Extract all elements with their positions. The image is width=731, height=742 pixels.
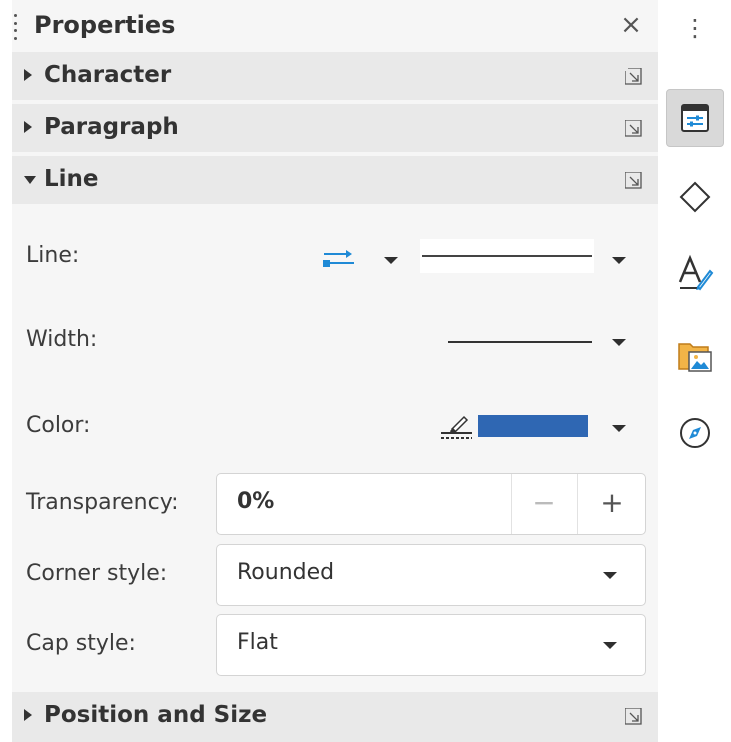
properties-icon bbox=[681, 104, 709, 132]
panel-title: Properties bbox=[34, 11, 176, 39]
section-header-character[interactable]: Character bbox=[12, 52, 658, 100]
sidebar-menu-button[interactable]: ⋮ bbox=[680, 14, 710, 44]
tab-properties[interactable] bbox=[666, 89, 724, 147]
corner-style-select[interactable]: Rounded bbox=[216, 544, 646, 606]
section-header-line[interactable]: Line bbox=[12, 156, 658, 204]
transparency-label: Transparency: bbox=[26, 490, 179, 515]
section-label: Line bbox=[44, 166, 99, 192]
line-style-preview[interactable] bbox=[420, 239, 594, 273]
arrow-style-dropdown-icon[interactable] bbox=[384, 257, 398, 264]
color-label: Color: bbox=[26, 413, 91, 438]
navigator-icon bbox=[680, 418, 710, 448]
line-width-preview[interactable] bbox=[448, 341, 592, 343]
transparency-spinbox[interactable]: 0% − + bbox=[216, 473, 646, 535]
more-options-icon[interactable] bbox=[622, 705, 644, 727]
more-options-icon[interactable] bbox=[622, 65, 644, 87]
section-header-position-and-size[interactable]: Position and Size bbox=[12, 692, 658, 742]
width-label: Width: bbox=[26, 327, 98, 352]
line-style-label: Line: bbox=[26, 243, 80, 268]
spin-separator bbox=[511, 474, 512, 534]
expand-arrow-icon bbox=[24, 69, 32, 81]
section-label: Paragraph bbox=[44, 114, 179, 140]
line-color-swatch[interactable] bbox=[478, 415, 588, 437]
cap-style-select[interactable]: Flat bbox=[216, 614, 646, 676]
tab-shapes[interactable] bbox=[666, 168, 724, 226]
cap-style-value: Flat bbox=[237, 630, 278, 655]
corner-style-value: Rounded bbox=[237, 560, 335, 585]
tab-styles[interactable] bbox=[666, 244, 724, 302]
close-button[interactable]: × bbox=[616, 10, 646, 40]
drag-grip-icon[interactable] bbox=[14, 14, 18, 40]
line-style-dropdown-icon[interactable] bbox=[612, 257, 626, 264]
line-color-dropdown-icon[interactable] bbox=[612, 425, 626, 432]
properties-panel: Properties × Character Paragraph Line Li… bbox=[12, 0, 658, 742]
line-color-icon[interactable] bbox=[440, 411, 480, 441]
cap-style-label: Cap style: bbox=[26, 631, 136, 656]
spin-separator bbox=[577, 474, 578, 534]
section-label: Character bbox=[44, 62, 172, 88]
shapes-icon bbox=[679, 181, 711, 213]
gallery-icon bbox=[678, 343, 712, 372]
expand-arrow-icon bbox=[24, 709, 32, 721]
chevron-down-icon[interactable] bbox=[603, 572, 617, 579]
styles-icon bbox=[678, 254, 714, 291]
section-label: Position and Size bbox=[44, 702, 268, 728]
tab-navigator[interactable] bbox=[666, 404, 724, 462]
panel-titlebar: Properties × bbox=[12, 0, 658, 52]
tab-gallery[interactable] bbox=[666, 326, 724, 384]
corner-style-label: Corner style: bbox=[26, 561, 168, 586]
increment-button[interactable]: + bbox=[581, 474, 643, 534]
sidebar-tabbar: ⋮ bbox=[660, 0, 731, 742]
more-options-icon[interactable] bbox=[622, 117, 644, 139]
expand-arrow-icon bbox=[24, 121, 32, 133]
section-header-paragraph[interactable]: Paragraph bbox=[12, 104, 658, 152]
decrement-button[interactable]: − bbox=[513, 474, 575, 534]
arrow-style-icon[interactable] bbox=[322, 247, 356, 271]
line-section-content: Line: Width: Color: Transparency: 0% − +… bbox=[12, 205, 658, 691]
more-options-icon[interactable] bbox=[622, 169, 644, 191]
chevron-down-icon[interactable] bbox=[603, 642, 617, 649]
transparency-value[interactable]: 0% bbox=[237, 489, 274, 514]
collapse-arrow-icon bbox=[24, 176, 36, 184]
line-width-dropdown-icon[interactable] bbox=[612, 339, 626, 346]
